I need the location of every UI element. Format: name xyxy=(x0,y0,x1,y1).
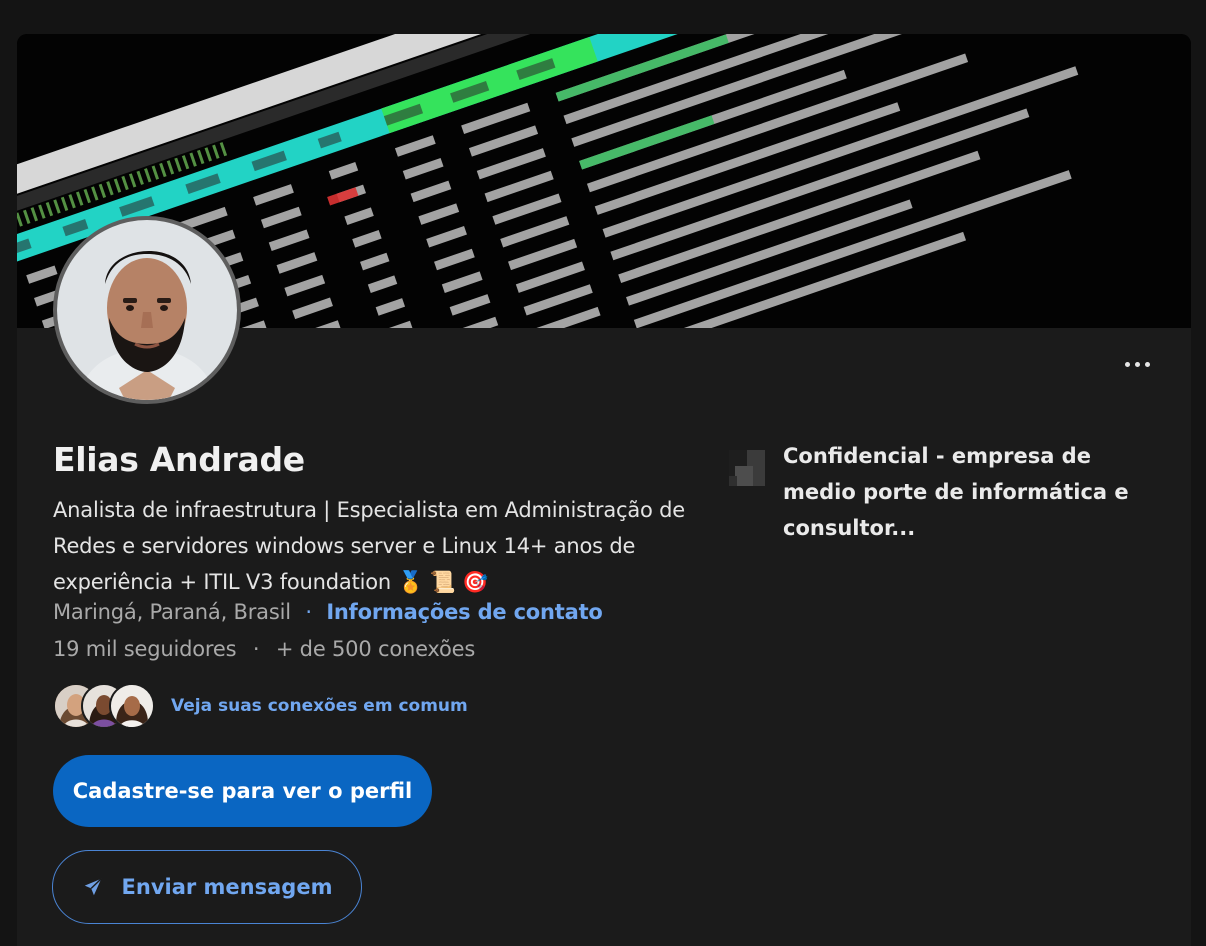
mutual-connections-link[interactable]: Veja suas conexões em comum xyxy=(171,696,468,716)
headline-text: Analista de infraestrutura | Especialist… xyxy=(53,498,685,594)
mutual-connection-avatar xyxy=(109,683,155,729)
avatar[interactable] xyxy=(53,216,241,404)
contact-info-link[interactable]: Informações de contato xyxy=(326,600,603,624)
company-logo-icon xyxy=(729,450,765,486)
profile-location-row: Maringá, Paraná, Brasil · Informações de… xyxy=(53,600,603,624)
send-message-button[interactable]: Enviar mensagem xyxy=(52,850,362,924)
headline-emojis: 🏅 📜 🎯 xyxy=(397,570,489,594)
profile-headline: Analista de infraestrutura | Especialist… xyxy=(53,492,693,600)
connections-count: + de 500 conexões xyxy=(275,637,476,661)
send-message-label: Enviar mensagem xyxy=(121,875,333,899)
more-options-button[interactable] xyxy=(1117,352,1157,376)
ellipsis-icon xyxy=(1144,361,1150,367)
separator-dot: · xyxy=(252,637,260,661)
profile-card: Elias Andrade Analista de infraestrutura… xyxy=(17,34,1191,946)
separator-dot: · xyxy=(305,600,312,624)
profile-name: Elias Andrade xyxy=(53,440,305,479)
current-company[interactable]: Confidencial - empresa de medio porte de… xyxy=(729,438,1169,546)
ellipsis-icon xyxy=(1134,361,1140,367)
ellipsis-icon xyxy=(1124,361,1130,367)
mutual-connections[interactable]: Veja suas conexões em comum xyxy=(53,682,468,730)
company-name: Confidencial - empresa de medio porte de… xyxy=(783,444,1129,540)
profile-stats-row: 19 mil seguidores · + de 500 conexões xyxy=(53,637,475,661)
profile-location: Maringá, Paraná, Brasil xyxy=(53,600,291,624)
followers-count: 19 mil seguidores xyxy=(53,637,237,661)
send-icon xyxy=(82,876,104,898)
signup-button[interactable]: Cadastre-se para ver o perfil xyxy=(53,755,432,827)
